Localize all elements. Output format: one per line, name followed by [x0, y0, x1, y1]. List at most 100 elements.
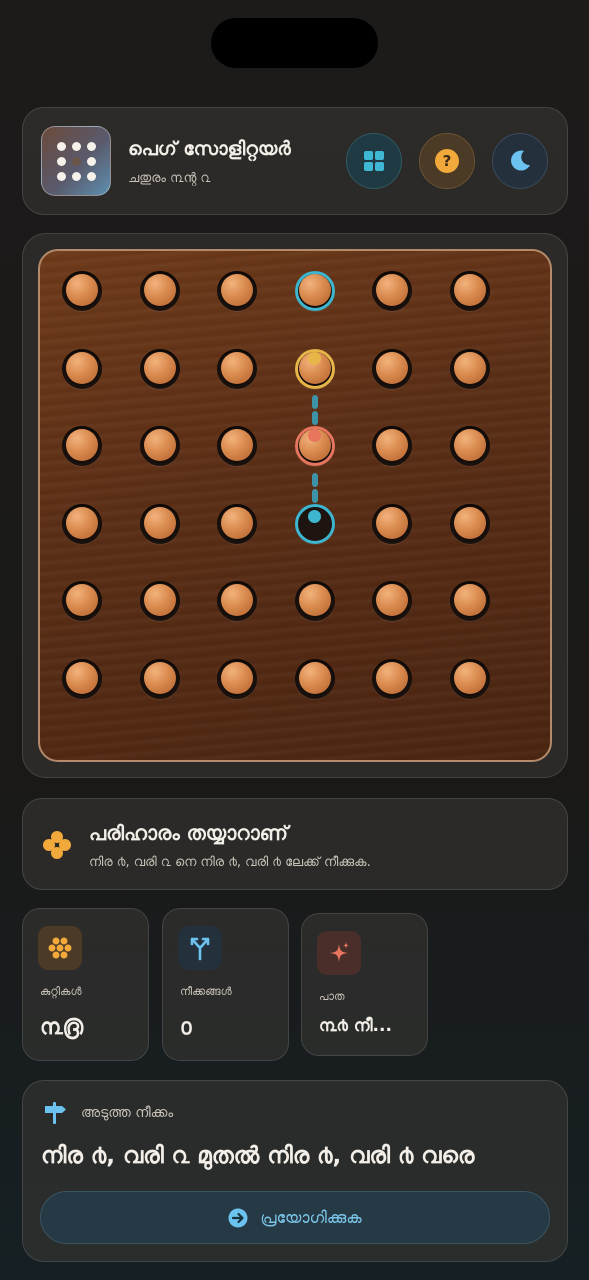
app-logo: [41, 126, 111, 196]
peg[interactable]: [221, 506, 254, 539]
svg-text:?: ?: [443, 152, 452, 170]
peg[interactable]: [66, 429, 98, 462]
stat-pegs-label: കുറ്റികൾ: [40, 985, 82, 998]
board-hole[interactable]: [450, 581, 490, 622]
sparkle-icon: [317, 931, 361, 975]
moon-icon: [511, 150, 530, 171]
peg[interactable]: [376, 274, 409, 306]
peg[interactable]: [221, 584, 254, 617]
status-text: നിര ൪, വരി ൨ നെ നിര ൪, വരി ൪ ലേക്ക് നീക്…: [89, 855, 371, 870]
board-hole[interactable]: [372, 271, 413, 311]
board-hole[interactable]: [62, 426, 102, 467]
board-hole[interactable]: [139, 348, 180, 389]
peg[interactable]: [221, 429, 254, 462]
peg[interactable]: [376, 584, 409, 617]
board-hole[interactable]: [372, 348, 413, 389]
stat-moves-label: നീക്കങ്ങൾ: [180, 985, 232, 998]
board-hole[interactable]: [217, 581, 258, 622]
grid-icon: [364, 151, 384, 171]
peg[interactable]: [298, 584, 331, 617]
board-hole[interactable]: [139, 503, 180, 544]
peg[interactable]: [454, 506, 486, 539]
board-hole[interactable]: [294, 581, 335, 622]
peg[interactable]: [143, 274, 176, 306]
board-hole[interactable]: [62, 271, 102, 311]
peg[interactable]: [221, 662, 254, 694]
board-container: [22, 233, 568, 778]
highlight-ring: [294, 271, 335, 311]
stat-pegs: കുറ്റികൾ ൩൫: [22, 908, 149, 1061]
move-path-dash: [311, 395, 318, 410]
board-hole[interactable]: [139, 426, 180, 467]
peg[interactable]: [221, 274, 254, 306]
board-hole[interactable]: [217, 503, 258, 544]
app-header: പെഗ് സോളിറ്റയർ ചതുരം ൩ന്റ ൨ ?: [22, 107, 568, 215]
board-hole[interactable]: [372, 503, 413, 544]
peg[interactable]: [376, 351, 409, 384]
board-hole[interactable]: [139, 659, 180, 699]
peg[interactable]: [454, 351, 486, 384]
board-hole[interactable]: [450, 659, 490, 699]
apply-button[interactable]: പ്രയോഗിക്കുക: [40, 1191, 550, 1244]
peg[interactable]: [376, 429, 409, 462]
stat-path-value: ൩൪ നീ...: [319, 1016, 392, 1036]
board-hole[interactable]: [450, 426, 490, 467]
peg[interactable]: [454, 584, 486, 617]
help-button[interactable]: ?: [419, 133, 475, 189]
peg[interactable]: [454, 274, 486, 306]
board-hole[interactable]: [372, 659, 413, 699]
board-hole[interactable]: [217, 659, 258, 699]
peg[interactable]: [66, 506, 98, 539]
peg[interactable]: [143, 351, 176, 384]
move-path-dash: [311, 473, 318, 487]
board-hole[interactable]: [294, 659, 335, 699]
peg[interactable]: [454, 662, 486, 694]
peg[interactable]: [66, 662, 98, 694]
board-hole[interactable]: [450, 271, 490, 311]
peg[interactable]: [143, 662, 176, 694]
peg[interactable]: [298, 662, 331, 694]
peg[interactable]: [454, 429, 486, 462]
apply-button-label: പ്രയോഗിക്കുക: [260, 1207, 362, 1227]
peg[interactable]: [143, 584, 176, 617]
pegs-icon: [38, 926, 82, 970]
board-hole[interactable]: [372, 426, 413, 467]
board-hole[interactable]: [139, 581, 180, 622]
app-subtitle: ചതുരം ൩ന്റ ൨: [128, 171, 211, 186]
board-hole[interactable]: [62, 581, 102, 622]
move-path-dash: [311, 411, 318, 426]
moves-icon: [178, 926, 222, 970]
grid-button[interactable]: [346, 133, 402, 189]
peg[interactable]: [143, 429, 176, 462]
stat-moves-value: ൦: [180, 1015, 192, 1040]
board-hole[interactable]: [62, 659, 102, 699]
board-hole[interactable]: [217, 271, 258, 311]
board-hole[interactable]: [217, 348, 258, 389]
peg[interactable]: [66, 584, 98, 617]
board-hole[interactable]: [62, 503, 102, 544]
peg[interactable]: [66, 351, 98, 384]
board-hole[interactable]: [139, 271, 180, 311]
stat-moves: നീക്കങ്ങൾ ൦: [162, 908, 289, 1061]
peg[interactable]: [66, 274, 98, 306]
app-title: പെഗ് സോളിറ്റയർ: [128, 138, 291, 160]
next-move-label: അടുത്ത നീക്കം: [81, 1105, 174, 1121]
board-hole[interactable]: [450, 503, 490, 544]
arrow-right-circle-icon: [228, 1208, 248, 1227]
peg[interactable]: [376, 506, 409, 539]
board-hole[interactable]: [62, 348, 102, 389]
peg[interactable]: [221, 351, 254, 384]
peg[interactable]: [376, 662, 409, 694]
stat-pegs-value: ൩൫: [40, 1015, 84, 1040]
signpost-icon: [45, 1102, 66, 1124]
peg[interactable]: [143, 506, 176, 539]
theme-button[interactable]: [492, 133, 548, 189]
board-hole[interactable]: [372, 581, 413, 622]
solution-status: പരിഹാരം തയ്യാറാണ് നിര ൪, വരി ൨ നെ നിര ൪,…: [22, 798, 568, 890]
next-move-text: നിര ൪, വരി ൨ മുതൽ നിര ൪, വരി ൪ വരെ: [41, 1143, 475, 1169]
game-board[interactable]: [38, 249, 552, 762]
board-hole[interactable]: [450, 348, 490, 389]
next-move-panel: അടുത്ത നീക്കം നിര ൪, വരി ൨ മുതൽ നിര ൪, വ…: [22, 1080, 568, 1262]
status-title: പരിഹാരം തയ്യാറാണ്: [89, 821, 288, 845]
board-hole[interactable]: [217, 426, 258, 467]
